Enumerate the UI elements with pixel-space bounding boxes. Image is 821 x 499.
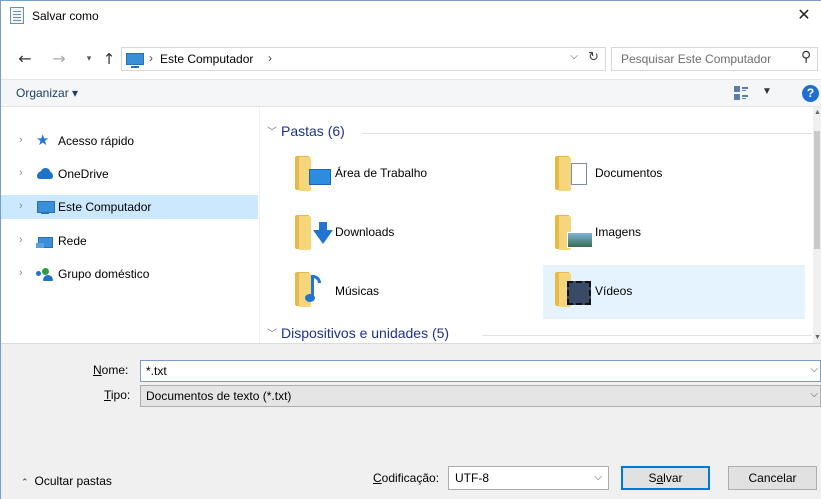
encoding-value: UTF-8 <box>455 471 489 485</box>
cancel-button[interactable]: Cancelar <box>728 466 817 490</box>
homegroup-icon <box>36 267 54 281</box>
recent-locations-button[interactable]: ▾ <box>82 48 96 70</box>
close-button[interactable]: ✕ <box>787 1 821 31</box>
file-type-value: Documentos de texto (*.txt) <box>146 389 292 403</box>
notepad-icon <box>10 7 24 24</box>
refresh-icon[interactable]: ↻ <box>588 50 599 65</box>
folder-label: Área de Trabalho <box>335 166 428 180</box>
search-placeholder: Pesquisar Este Computador <box>621 52 772 66</box>
title-bar: Salvar como ✕ <box>1 1 821 31</box>
collapse-chevron-icon[interactable]: ﹀ <box>267 325 277 340</box>
chevron-down-icon[interactable]: ⌵ <box>810 389 818 400</box>
expand-chevron-icon[interactable]: › <box>19 234 23 246</box>
expand-chevron-icon[interactable]: › <box>19 200 23 212</box>
encoding-label: Codificação: <box>373 471 440 485</box>
scroll-up-icon[interactable]: ▲ <box>814 109 821 116</box>
navigation-bar: ← → ▾ ↑ › Este Computador › ⌵ ↻ Pesquisa… <box>1 44 821 74</box>
network-icon <box>36 234 54 248</box>
file-type-select[interactable]: Documentos de texto (*.txt) ⌵ <box>140 385 821 407</box>
music-folder-icon <box>295 269 331 307</box>
window-title: Salvar como <box>32 9 99 23</box>
sidebar-item-este-computador[interactable]: › Este Computador <box>1 195 258 219</box>
pictures-folder-icon <box>555 212 593 250</box>
sidebar-item-acesso-rapido[interactable]: › ★ Acesso rápido <box>1 129 258 153</box>
sidebar-item-label: Acesso rápido <box>58 134 135 148</box>
file-name-value[interactable]: *.txt <box>146 364 167 378</box>
sidebar-item-label: Este Computador <box>58 200 152 214</box>
forward-button[interactable]: → <box>49 48 69 70</box>
star-icon: ★ <box>36 132 50 149</box>
scroll-down-icon[interactable]: ▼ <box>814 334 821 341</box>
view-options-icon[interactable] <box>734 86 748 100</box>
expand-chevron-icon[interactable]: › <box>19 167 23 179</box>
save-button[interactable]: Salvar <box>621 466 710 490</box>
view-dropdown-button[interactable]: ▼ <box>762 86 772 97</box>
group-header-label: Pastas (6) <box>281 123 345 139</box>
save-as-dialog: Salvar como ✕ ← → ▾ ↑ › Este Computador … <box>0 0 821 499</box>
expand-chevron-icon[interactable]: › <box>19 267 23 279</box>
chevron-up-icon: ⌃ <box>21 477 29 487</box>
navigation-pane: › ★ Acesso rápido › OneDrive › Este Comp… <box>1 107 259 343</box>
folder-tile-documentos[interactable]: Documentos <box>543 145 805 199</box>
breadcrumb-este-computador[interactable]: Este Computador <box>160 52 253 66</box>
folder-label: Músicas <box>335 284 380 298</box>
folder-tile-videos[interactable]: Vídeos <box>543 265 805 319</box>
chevron-down-icon[interactable]: ⌵ <box>810 364 818 375</box>
folder-label: Imagens <box>595 225 642 239</box>
hide-folders-label: Ocultar pastas <box>34 474 112 488</box>
videos-folder-icon <box>555 269 591 307</box>
sidebar-item-label: Rede <box>58 234 87 248</box>
command-toolbar: Organizar ▾ ▼ ? <box>1 79 821 107</box>
folder-label: Downloads <box>335 225 395 239</box>
help-icon[interactable]: ? <box>802 85 819 102</box>
sidebar-item-label: Grupo doméstico <box>58 267 150 281</box>
folder-label: Documentos <box>595 166 663 180</box>
search-icon[interactable]: ⚲ <box>801 49 811 65</box>
encoding-select[interactable]: UTF-8 ⌵ <box>448 466 609 490</box>
type-label: Tipo: <box>104 388 131 402</box>
file-name-input[interactable]: *.txt ⌵ <box>140 360 821 382</box>
divider <box>482 335 812 336</box>
collapse-chevron-icon[interactable]: ﹀ <box>267 123 277 138</box>
folder-tile-musicas[interactable]: Músicas <box>283 265 545 319</box>
group-header-pastas[interactable]: ﹀ Pastas (6) <box>267 123 812 143</box>
save-form: Nome: *.txt ⌵ Tipo: Documentos de texto … <box>1 343 821 499</box>
folder-label: Vídeos <box>595 284 633 298</box>
divider <box>362 133 812 134</box>
documents-folder-icon <box>555 153 591 191</box>
desktop-folder-icon <box>295 153 331 191</box>
sidebar-item-label: OneDrive <box>58 167 109 181</box>
folder-tile-area-de-trabalho[interactable]: Área de Trabalho <box>283 145 545 199</box>
vertical-scrollbar[interactable]: ▲ ▼ <box>813 107 821 343</box>
expand-chevron-icon[interactable]: › <box>19 134 23 146</box>
organize-button[interactable]: Organizar ▾ <box>16 86 78 100</box>
group-header-dispositivos[interactable]: ﹀ Dispositivos e unidades (5) <box>267 325 812 343</box>
folder-tile-imagens[interactable]: Imagens <box>543 206 805 260</box>
sidebar-item-rede[interactable]: › Rede <box>1 229 258 253</box>
address-dropdown-button[interactable]: ⌵ <box>570 51 578 62</box>
cloud-icon <box>36 167 54 181</box>
computer-icon <box>126 53 144 68</box>
folder-tile-downloads[interactable]: Downloads <box>283 206 545 260</box>
sidebar-item-onedrive[interactable]: › OneDrive <box>1 162 258 186</box>
group-header-label: Dispositivos e unidades (5) <box>281 325 450 341</box>
breadcrumb-separator[interactable]: › <box>149 51 153 65</box>
search-box[interactable]: Pesquisar Este Computador ⚲ <box>611 47 818 71</box>
name-label: Nome: <box>93 363 129 377</box>
up-button[interactable]: ↑ <box>99 48 119 70</box>
file-list: ﹀ Pastas (6) Área de Trabalho Documentos <box>260 107 821 343</box>
hide-folders-button[interactable]: ⌃ Ocultar pastas <box>21 474 112 488</box>
address-bar[interactable]: › Este Computador › ⌵ ↻ <box>121 47 606 71</box>
chevron-down-icon[interactable]: ⌵ <box>594 472 602 483</box>
sidebar-item-grupo-domestico[interactable]: › Grupo doméstico <box>1 262 258 286</box>
computer-icon <box>36 200 55 214</box>
scrollbar-thumb[interactable] <box>814 131 820 249</box>
breadcrumb-separator[interactable]: › <box>268 51 272 65</box>
back-button[interactable]: ← <box>15 48 35 70</box>
downloads-folder-icon <box>295 212 333 250</box>
